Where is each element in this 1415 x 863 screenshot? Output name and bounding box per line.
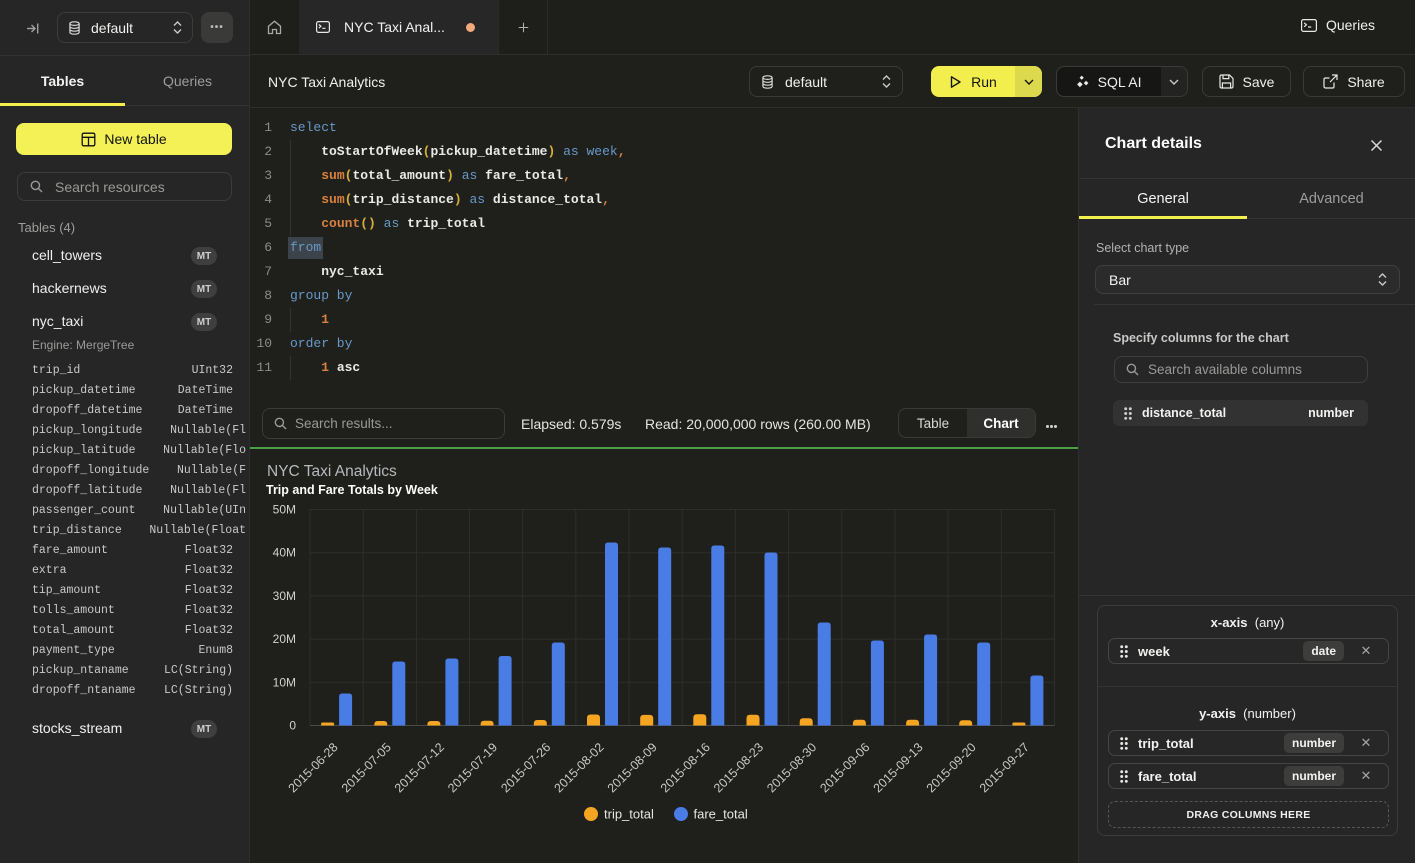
svg-text:50M: 50M bbox=[273, 503, 296, 517]
svg-text:2015-08-16: 2015-08-16 bbox=[658, 740, 713, 795]
svg-text:2015-08-02: 2015-08-02 bbox=[552, 740, 607, 795]
svg-text:2015-07-19: 2015-07-19 bbox=[445, 740, 500, 795]
svg-text:20M: 20M bbox=[273, 632, 296, 646]
svg-text:30M: 30M bbox=[273, 589, 296, 603]
svg-text:2015-09-20: 2015-09-20 bbox=[924, 740, 979, 795]
svg-text:40M: 40M bbox=[273, 546, 296, 560]
svg-text:10M: 10M bbox=[273, 675, 296, 689]
svg-text:2015-09-27: 2015-09-27 bbox=[977, 740, 1032, 795]
svg-text:2015-09-06: 2015-09-06 bbox=[817, 740, 872, 795]
svg-text:2015-07-12: 2015-07-12 bbox=[392, 740, 447, 795]
svg-text:2015-06-28: 2015-06-28 bbox=[286, 740, 341, 795]
svg-text:trip_total: trip_total bbox=[604, 807, 654, 822]
svg-text:0: 0 bbox=[289, 719, 296, 733]
svg-text:2015-08-30: 2015-08-30 bbox=[764, 740, 819, 795]
svg-text:2015-08-09: 2015-08-09 bbox=[605, 740, 660, 795]
svg-text:2015-09-13: 2015-09-13 bbox=[871, 740, 926, 795]
svg-text:fare_total: fare_total bbox=[694, 807, 748, 822]
svg-text:2015-08-23: 2015-08-23 bbox=[711, 740, 766, 795]
svg-text:2015-07-05: 2015-07-05 bbox=[339, 740, 394, 795]
svg-text:2015-07-26: 2015-07-26 bbox=[498, 740, 553, 795]
